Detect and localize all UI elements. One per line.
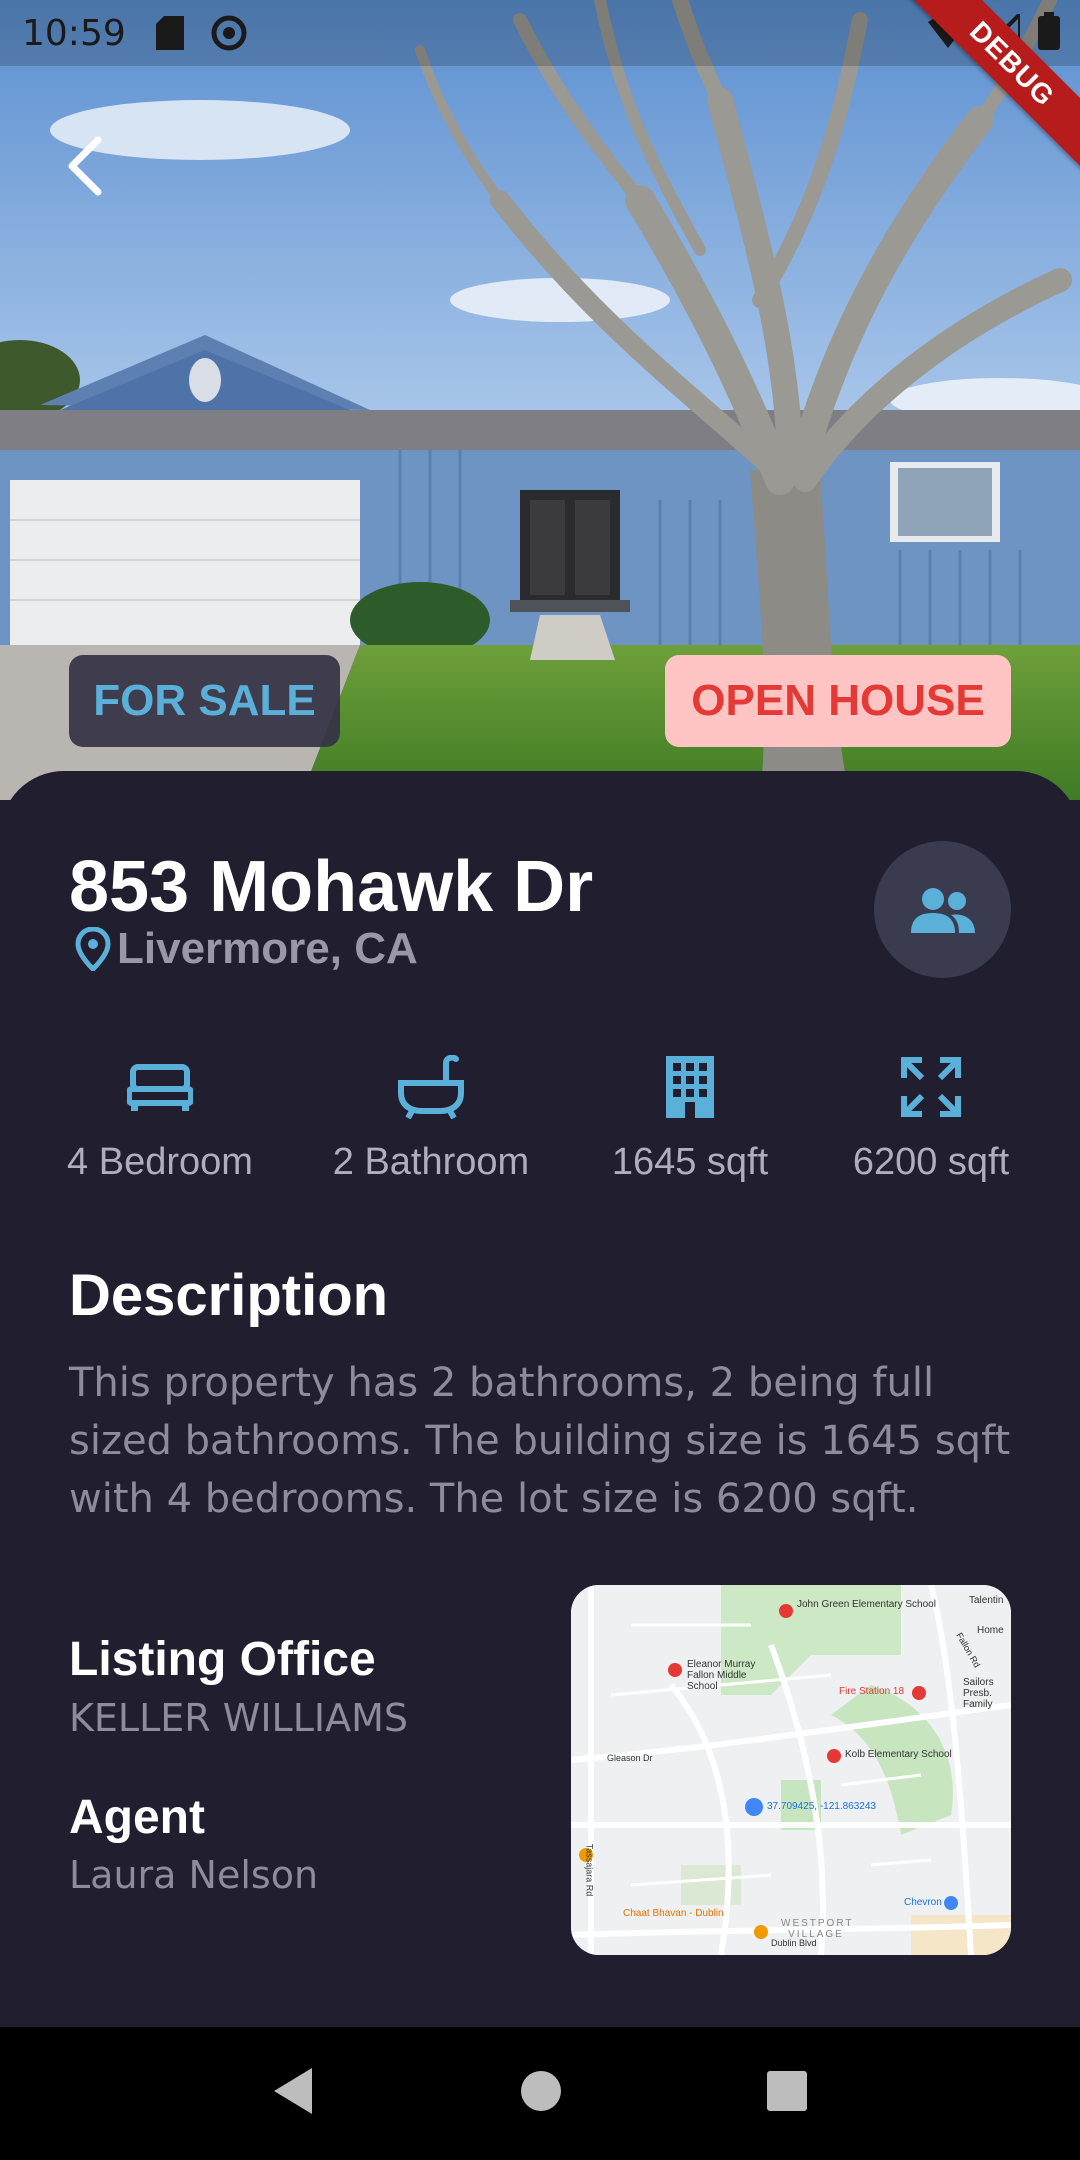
map-label: Talentin [969,1595,1004,1606]
city-label: Livermore, CA [117,924,418,973]
map-label: 37.709425, -121.863243 [767,1801,876,1812]
description-text: This property has 2 bathrooms, 2 being f… [69,1360,1011,1522]
status-bar: 10:59 [0,0,1080,66]
map-label: Kolb Elementary School [845,1749,952,1760]
triangle-back-icon [273,2068,312,2114]
location-map[interactable]: John Green Elementary School Eleanor Mur… [571,1585,1011,1955]
feature-label: 2 Bathroom [332,1141,530,1183]
square-recents-icon [767,2071,808,2111]
status-time: 10:59 [22,12,126,54]
listing-office-value: KELLER WILLIAMS [69,1696,408,1740]
feature-building-size: 1645 sqft [580,1055,800,1184]
contact-agent-button[interactable] [874,841,1011,978]
building-icon [666,1056,714,1118]
feature-label: 4 Bedroom [67,1141,253,1183]
map-label: Gleason Dr [607,1753,653,1763]
listing-office-heading: Listing Office [69,1633,376,1686]
for-sale-badge: FOR SALE [69,655,340,747]
system-navigation-bar [0,2027,1080,2160]
description-heading: Description [69,1263,389,1328]
nav-home-button[interactable] [519,2069,563,2118]
map-label: Fire Station 18 [839,1686,905,1697]
expand-icon [901,1057,961,1117]
map-label: John Green Elementary School [797,1599,936,1610]
map-label: Eleanor Murray Fallon Middle School [687,1659,756,1692]
map-label: Chaat Bhavan - Dublin [623,1908,724,1919]
sync-icon [210,14,248,52]
feature-label: 6200 sqft [852,1141,1010,1183]
circle-home-icon [520,2071,561,2111]
feature-lot-size: 6200 sqft [821,1055,1041,1184]
location-pin-icon [75,927,111,971]
feature-label: 1645 sqft [611,1141,769,1183]
map-label: Home [977,1625,1004,1636]
map-label: Tassajara Rd [584,1843,595,1897]
people-icon [910,887,975,933]
agent-name: Laura Nelson [69,1853,319,1897]
open-house-badge: OPEN HOUSE [665,655,1011,747]
property-address: 853 Mohawk Dr [69,847,594,927]
map-label: Chevron [904,1897,942,1908]
sd-card-icon [155,16,184,50]
feature-bedrooms: 4 Bedroom [50,1055,270,1184]
nav-back-button[interactable] [272,2066,316,2121]
map-label: Sailors Presb. Family [963,1677,994,1710]
bed-icon [127,1064,193,1111]
agent-heading: Agent [69,1791,205,1844]
map-label: Dublin Blvd [771,1938,817,1948]
back-button[interactable] [60,130,120,202]
chevron-left-icon [68,136,102,196]
map-label: WESTPORT VILLAGE [781,1918,854,1940]
bathtub-icon [398,1055,464,1119]
feature-bathrooms: 2 Bathroom [321,1055,541,1184]
nav-recents-button[interactable] [766,2070,808,2117]
property-location: Livermore, CA [75,924,418,974]
battery-icon [1038,12,1060,59]
